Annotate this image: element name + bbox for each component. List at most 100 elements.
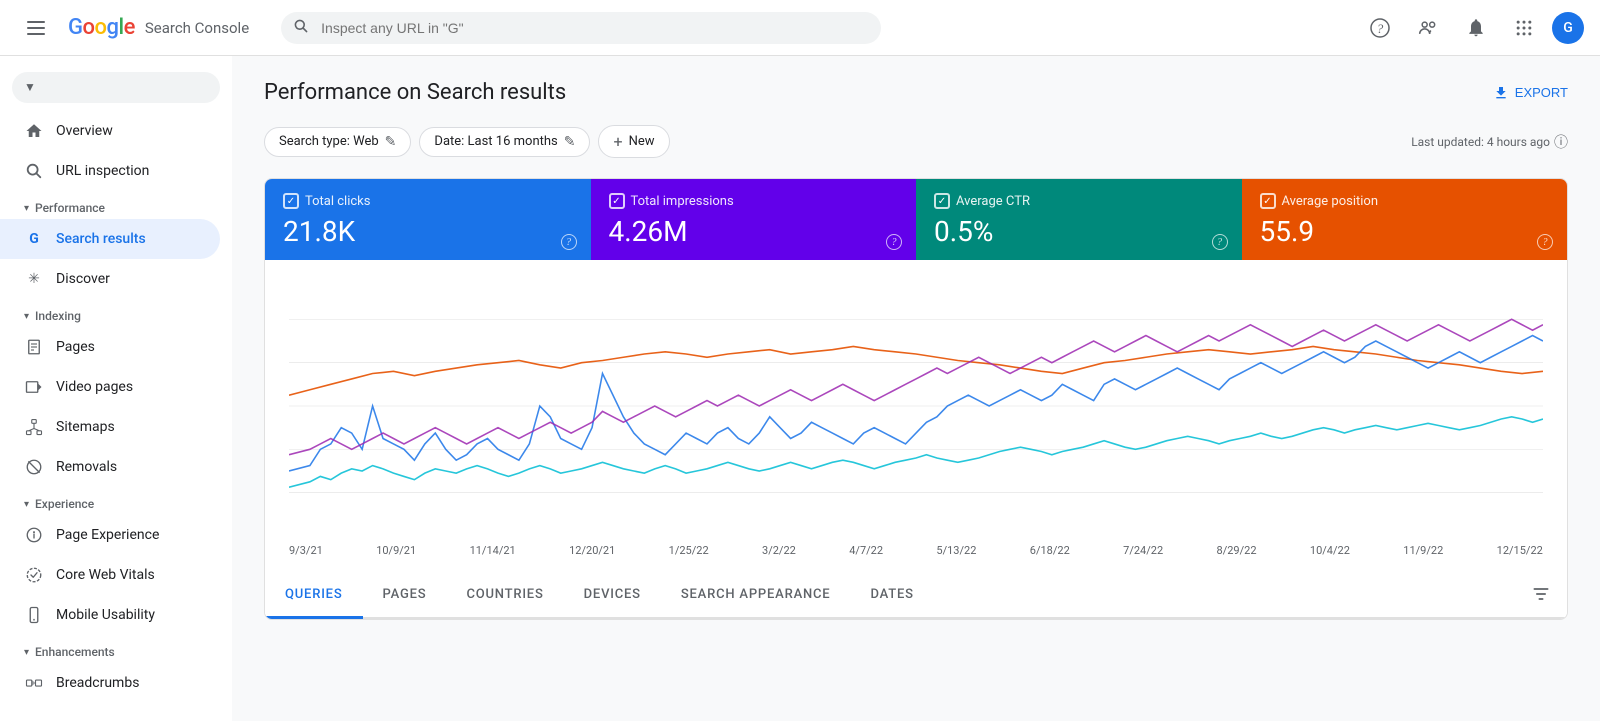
pages-icon [24, 337, 44, 357]
tab-countries[interactable]: COUNTRIES [446, 573, 563, 619]
apps-button[interactable] [1504, 8, 1544, 48]
tab-search-appearance[interactable]: SEARCH APPEARANCE [661, 573, 851, 619]
sidebar-section-enhancements[interactable]: ▾ Enhancements [0, 635, 232, 663]
breadcrumbs-icon [24, 673, 44, 693]
sidebar-item-pages[interactable]: Pages [0, 327, 220, 367]
plus-icon: + [613, 132, 622, 151]
search-input[interactable] [281, 12, 881, 44]
tab-dates[interactable]: DATES [850, 573, 933, 619]
x-label-11: 10/4/22 [1310, 544, 1350, 557]
edit-icon-date: ✎ [564, 134, 576, 150]
metric-card-average-position[interactable]: Average position 55.9 ? [1242, 179, 1568, 260]
google-g-icon: G [24, 229, 44, 249]
last-updated-text: Last updated: 4 hours ago [1411, 135, 1550, 149]
chart-x-labels: 9/3/21 10/9/21 11/14/21 12/20/21 1/25/22… [289, 536, 1543, 573]
x-label-10: 8/29/22 [1217, 544, 1257, 557]
video-pages-icon [24, 377, 44, 397]
sidebar-label-discover: Discover [56, 271, 110, 287]
table-filter-button[interactable] [1531, 584, 1551, 607]
section-label-indexing: Indexing [35, 309, 81, 323]
mobile-usability-icon [24, 605, 44, 625]
chevron-down-icon: ▾ [24, 203, 29, 214]
menu-button[interactable] [16, 8, 56, 48]
page-experience-icon [24, 525, 44, 545]
discover-icon: ✳ [24, 269, 44, 289]
search-bar [281, 12, 881, 44]
sidebar-label-core-web-vitals: Core Web Vitals [56, 567, 155, 583]
x-label-13: 12/15/22 [1497, 544, 1543, 557]
metric-value-total-clicks: 21.8K [283, 215, 573, 248]
sidebar: ▼ Overview URL inspection ▾ Performance … [0, 56, 232, 721]
sidebar-item-mobile-usability[interactable]: Mobile Usability [0, 595, 220, 635]
metric-card-total-impressions[interactable]: Total impressions 4.26M ? [591, 179, 917, 260]
notifications-button[interactable] [1456, 8, 1496, 48]
sidebar-item-core-web-vitals[interactable]: Core Web Vitals [0, 555, 220, 595]
search-type-filter[interactable]: Search type: Web ✎ [264, 127, 411, 157]
new-filter-button[interactable]: + New [598, 125, 669, 158]
help-button[interactable]: ? [1360, 8, 1400, 48]
metric-value-total-impressions: 4.26M [609, 215, 899, 248]
accounts-button[interactable] [1408, 8, 1448, 48]
metric-label-total-impressions: Total impressions [631, 194, 734, 209]
sidebar-label-url-inspection: URL inspection [56, 163, 149, 179]
chevron-down-icon-experience: ▾ [24, 499, 29, 510]
sidebar-section-performance[interactable]: ▾ Performance [0, 191, 232, 219]
section-label-enhancements: Enhancements [35, 645, 115, 659]
metric-value-average-ctr: 0.5% [934, 215, 1224, 248]
sidebar-label-pages: Pages [56, 339, 95, 355]
home-icon [24, 121, 44, 141]
chart-svg: 1 1 [289, 276, 1543, 536]
chart-wrapper: 1 1 [289, 276, 1543, 536]
sidebar-section-experience[interactable]: ▾ Experience [0, 487, 232, 515]
avatar[interactable]: G [1552, 12, 1584, 44]
chevron-down-icon-indexing: ▾ [24, 311, 29, 322]
sidebar-item-page-experience[interactable]: Page Experience [0, 515, 220, 555]
topbar: Google Search Console ? [0, 0, 1600, 56]
x-label-1: 10/9/21 [376, 544, 416, 557]
export-button[interactable]: EXPORT [1493, 85, 1568, 101]
tabs-row: QUERIES PAGES COUNTRIES DEVICES SEARCH A… [265, 573, 1567, 619]
sidebar-item-video-pages[interactable]: Video pages [0, 367, 220, 407]
search-sidebar-icon [24, 161, 44, 181]
topbar-actions: ? G [1360, 8, 1584, 48]
tab-pages[interactable]: PAGES [363, 573, 447, 619]
x-label-12: 11/9/22 [1403, 544, 1443, 557]
main-layout: ▼ Overview URL inspection ▾ Performance … [0, 56, 1600, 721]
check-average-ctr [934, 193, 950, 209]
date-filter[interactable]: Date: Last 16 months ✎ [419, 127, 590, 157]
sidebar-item-overview[interactable]: Overview [0, 111, 220, 151]
tab-devices[interactable]: DEVICES [564, 573, 661, 619]
search-type-label: Search type: Web [279, 134, 379, 149]
x-label-5: 3/2/22 [762, 544, 796, 557]
sidebar-item-url-inspection[interactable]: URL inspection [0, 151, 220, 191]
metric-info-impressions[interactable]: ? [886, 234, 902, 250]
sidebar-item-search-results[interactable]: G Search results [0, 219, 220, 259]
sidebar-label-search-results: Search results [56, 231, 146, 247]
metric-info-position[interactable]: ? [1537, 234, 1553, 250]
x-label-4: 1/25/22 [669, 544, 709, 557]
property-selector[interactable]: ▼ [12, 72, 220, 103]
metric-info-ctr[interactable]: ? [1212, 234, 1228, 250]
x-label-0: 9/3/21 [289, 544, 323, 557]
edit-icon: ✎ [385, 134, 397, 150]
sidebar-item-discover[interactable]: ✳ Discover [0, 259, 220, 299]
metric-card-total-clicks[interactable]: Total clicks 21.8K ? [265, 179, 591, 260]
sidebar-section-indexing[interactable]: ▾ Indexing [0, 299, 232, 327]
sidebar-item-sitemaps[interactable]: Sitemaps [0, 407, 220, 447]
tabs-spacer [934, 573, 1515, 617]
tab-queries[interactable]: QUERIES [265, 573, 363, 619]
chevron-down-icon-enhancements: ▾ [24, 647, 29, 658]
metric-label-total-clicks: Total clicks [305, 194, 370, 209]
sidebar-item-breadcrumbs[interactable]: Breadcrumbs [0, 663, 220, 703]
sidebar-item-removals[interactable]: Removals [0, 447, 220, 487]
check-average-position [1260, 193, 1276, 209]
x-label-3: 12/20/21 [569, 544, 615, 557]
removals-icon [24, 457, 44, 477]
sidebar-label-breadcrumbs: Breadcrumbs [56, 675, 139, 691]
metric-card-average-ctr[interactable]: Average CTR 0.5% ? [916, 179, 1242, 260]
page-title: Performance on Search results [264, 80, 566, 105]
content-area: Performance on Search results EXPORT Sea… [232, 56, 1600, 721]
metric-info-clicks[interactable]: ? [561, 234, 577, 250]
app-logo[interactable]: Google Search Console [68, 15, 249, 40]
x-label-9: 7/24/22 [1123, 544, 1163, 557]
